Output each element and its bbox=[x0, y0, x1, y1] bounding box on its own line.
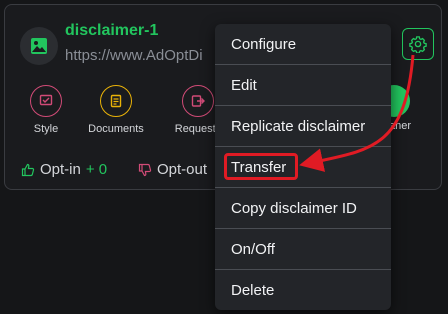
documents-label: Documents bbox=[88, 123, 144, 135]
menu-item-on-off[interactable]: On/Off bbox=[215, 229, 391, 269]
menu-item-configure[interactable]: Configure bbox=[215, 24, 391, 64]
document-icon bbox=[100, 85, 132, 117]
menu-item-delete[interactable]: Delete bbox=[215, 270, 391, 310]
style-icon bbox=[30, 85, 62, 117]
documents-action[interactable]: Documents bbox=[81, 85, 151, 135]
opt-in-count: + 0 bbox=[85, 161, 108, 178]
style-action[interactable]: Style bbox=[11, 85, 81, 135]
gear-icon bbox=[409, 36, 427, 53]
menu-item-replicate[interactable]: Replicate disclaimer bbox=[215, 106, 391, 146]
thumbs-down-icon bbox=[138, 163, 152, 176]
menu-item-copy-id[interactable]: Copy disclaimer ID bbox=[215, 188, 391, 228]
banner-label: aner bbox=[389, 120, 412, 132]
image-placeholder-icon bbox=[20, 27, 58, 65]
opt-out-label: Opt-out bbox=[157, 161, 208, 178]
opt-in-stat: Opt-in + 0 bbox=[21, 161, 107, 178]
thumbs-up-icon bbox=[21, 163, 35, 176]
menu-item-edit[interactable]: Edit bbox=[215, 65, 391, 105]
disclaimer-url: https://www.AdOptDi bbox=[65, 47, 203, 64]
disclaimer-title[interactable]: disclaimer-1 bbox=[65, 22, 158, 40]
opt-in-label: Opt-in bbox=[40, 161, 81, 178]
style-label: Style bbox=[33, 123, 59, 135]
opt-out-stat: Opt-out bbox=[138, 161, 207, 178]
settings-gear-button[interactable] bbox=[402, 28, 434, 60]
transfer-highlight-box bbox=[224, 153, 298, 180]
requests-icon bbox=[182, 85, 214, 117]
